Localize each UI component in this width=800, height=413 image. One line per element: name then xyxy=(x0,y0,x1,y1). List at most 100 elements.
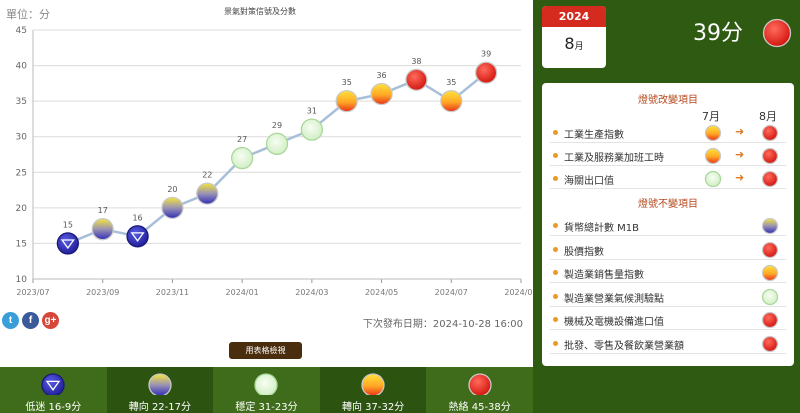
y-tick-label: 15 xyxy=(16,239,27,249)
indicator-row[interactable]: 製造業營業氣候測驗點 xyxy=(550,287,786,307)
red-light-icon xyxy=(761,241,779,258)
indicator-row[interactable]: 機械及電機設備進口值 xyxy=(550,310,786,330)
signal-legend: 低迷 16-9分 轉向 22-17分 穩定 31-23分 轉向 37-32分 熱絡 45… xyxy=(0,367,533,413)
signal-light-icon xyxy=(761,311,779,329)
changed-title: 燈號改變項目 xyxy=(638,95,698,106)
social-share: t f g+ xyxy=(2,312,59,329)
bullet-icon xyxy=(553,317,558,322)
red-light-icon xyxy=(761,124,779,142)
yellow-red-light-icon xyxy=(761,264,779,282)
yellow-blue-light-icon xyxy=(761,217,779,235)
data-label: 36 xyxy=(376,71,386,80)
indicator-label: 貨幣總計數 M1B xyxy=(564,223,640,234)
legend-label: 轉向 22-17分 xyxy=(128,402,192,413)
y-tick-label: 35 xyxy=(16,97,27,107)
green-light-icon xyxy=(254,373,279,395)
yellow-red-light-icon xyxy=(361,373,385,395)
data-label: 35 xyxy=(342,78,352,87)
x-tick-label: 2024/07 xyxy=(435,288,468,297)
data-point-marker[interactable] xyxy=(126,225,149,248)
indicator-row[interactable]: 工業生產指數 ➜ xyxy=(550,123,786,143)
facebook-icon[interactable]: f xyxy=(22,312,39,329)
bullet-icon xyxy=(553,153,558,158)
data-point-marker[interactable] xyxy=(230,146,254,170)
data-point-marker[interactable] xyxy=(265,132,289,155)
curr-month-light-icon xyxy=(761,124,779,142)
data-label: 35 xyxy=(446,78,456,87)
series-line xyxy=(67,71,487,245)
data-point-marker[interactable] xyxy=(335,89,358,113)
blue-light-icon xyxy=(41,373,65,395)
indicator-label: 製造業營業氣候測驗點 xyxy=(564,293,664,305)
signal-light-icon xyxy=(761,264,779,282)
indicator-row[interactable]: 海關出口值 ➜ xyxy=(550,169,786,189)
bullet-icon xyxy=(553,176,558,181)
x-tick-label: 2024/01 xyxy=(226,288,259,297)
y-tick-label: 10 xyxy=(16,275,28,285)
indicator-label: 批發、零售及餐飲業營業額 xyxy=(564,340,684,352)
data-point-marker[interactable] xyxy=(196,182,219,205)
yellow-red-signal-icon xyxy=(361,373,385,395)
bullet-icon xyxy=(553,130,558,135)
data-point-marker[interactable] xyxy=(161,196,184,220)
next-release-date: 下次發布日期：2024-10-28 16:00 xyxy=(362,319,523,330)
col-curr-month: 8月 xyxy=(759,110,777,123)
data-label: 27 xyxy=(237,135,247,144)
bullet-icon xyxy=(553,293,558,299)
indicator-row[interactable]: 股價指數 xyxy=(550,240,786,260)
yellow-red-light-icon xyxy=(704,124,722,142)
y-tick-label: 45 xyxy=(16,26,27,36)
data-label: 29 xyxy=(272,121,282,130)
indicator-row[interactable]: 批發、零售及餐飲業營業額 xyxy=(550,334,786,354)
data-point-marker[interactable] xyxy=(91,218,114,241)
indicator-row[interactable]: 工業及服務業加班工時 ➜ xyxy=(550,146,786,166)
signal-light-icon xyxy=(761,241,779,258)
legend-label: 熱絡 45-38分 xyxy=(448,402,511,413)
table-view-button[interactable]: 用表格檢視 xyxy=(229,342,302,359)
legend-item: 轉向 22-17分 xyxy=(106,367,214,413)
x-tick-label: 2024/05 xyxy=(365,288,398,297)
signal-chart: 10152025303540452023/07 2023/09 2023/11 202… xyxy=(16,26,533,297)
data-label: 20 xyxy=(167,185,177,194)
data-point-marker[interactable] xyxy=(370,82,393,106)
google-plus-icon[interactable]: g+ xyxy=(42,312,59,329)
calendar-year: 2024 xyxy=(542,6,606,27)
red-light-icon xyxy=(761,170,779,188)
bullet-icon xyxy=(553,246,558,252)
indicator-row[interactable]: 貨幣總計數 M1B xyxy=(550,216,786,236)
indicator-label: 工業生產指數 xyxy=(564,130,624,141)
arrow-right-icon: ➜ xyxy=(735,125,745,138)
x-tick-label: 2023/09 xyxy=(86,288,119,297)
legend-item: 熱絡 45-38分 xyxy=(426,367,533,413)
legend-label: 低迷 16-9分 xyxy=(25,402,82,413)
data-label: 31 xyxy=(307,107,317,116)
blue-signal-icon xyxy=(41,373,65,395)
signal-light-icon xyxy=(761,217,779,235)
twitter-icon[interactable]: t xyxy=(2,312,19,329)
red-light-icon xyxy=(761,335,779,352)
indicator-label: 股價指數 xyxy=(564,246,604,258)
signal-light-icon xyxy=(761,335,779,352)
x-tick-label: 2023/07 xyxy=(16,288,49,297)
data-point-marker[interactable] xyxy=(300,118,324,141)
red-light-icon xyxy=(468,373,492,395)
data-point-marker[interactable] xyxy=(405,68,428,91)
yellow-red-light-icon xyxy=(704,147,722,165)
yellow-blue-light-icon xyxy=(148,373,172,395)
indicator-label: 製造業銷售量指數 xyxy=(564,270,644,281)
unchanged-title: 燈號不變項目 xyxy=(638,199,698,210)
data-point-marker[interactable] xyxy=(56,232,80,255)
data-point-marker[interactable] xyxy=(474,61,498,84)
data-point-marker[interactable] xyxy=(440,89,463,113)
indicator-label: 工業及服務業加班工時 xyxy=(564,153,664,164)
bullet-icon xyxy=(553,340,558,346)
red-light-icon xyxy=(761,147,779,165)
indicator-row[interactable]: 製造業銷售量指數 xyxy=(550,263,786,283)
prev-month-light-icon xyxy=(704,147,722,165)
bullet-icon xyxy=(553,223,558,228)
summary-panel: 2024 8 月 39分 燈號改變項目 7月 8月 工業生產指數 ➜ 工業及服務業加… xyxy=(533,0,800,413)
x-tick-label: 2023/11 xyxy=(156,288,189,297)
y-tick-label: 20 xyxy=(16,204,28,214)
x-tick-label: 2024/09 xyxy=(504,288,533,297)
legend-item: 低迷 16-9分 xyxy=(0,367,107,413)
